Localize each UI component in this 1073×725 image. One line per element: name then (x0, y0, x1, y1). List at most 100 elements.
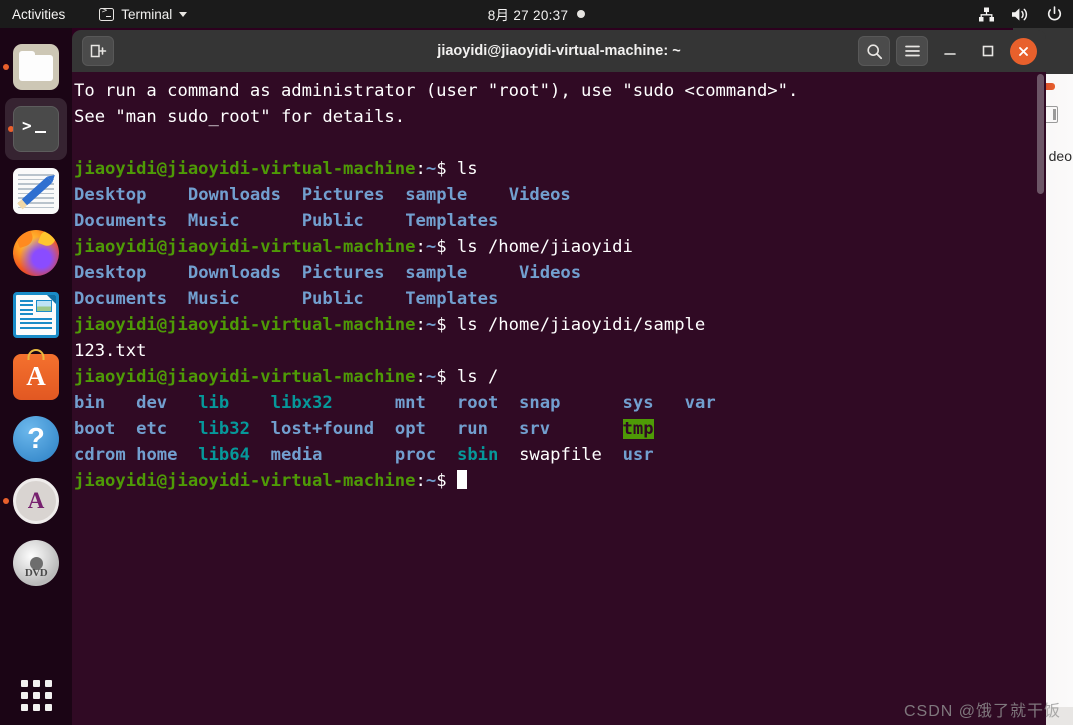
minimize-icon (944, 53, 956, 55)
system-tray[interactable] (978, 0, 1063, 28)
terminal-line: cdrom home lib64 media proc sbin swapfil… (74, 442, 1046, 468)
ls-entry-directory: Desktop (74, 185, 147, 205)
dock-item-dvd-drive[interactable]: DVD (0, 532, 72, 594)
shell-prompt-user-host: jiaoyidi@jiaoyidi-virtual-machine (74, 367, 416, 387)
ls-entry (115, 419, 136, 439)
shell-prompt-path: ~ (425, 237, 437, 257)
maximize-button[interactable] (972, 36, 1004, 66)
ls-entry: 123.txt (74, 341, 147, 361)
text-editor-icon (13, 168, 59, 214)
ls-entry-directory: etc (136, 419, 168, 439)
volume-icon[interactable] (1011, 7, 1030, 22)
dock-item-ubuntu-software[interactable]: A (0, 346, 72, 408)
dock-item-files[interactable] (0, 36, 72, 98)
ls-entry (146, 263, 187, 283)
shell-prompt-path: ~ (425, 367, 437, 387)
ls-entry-directory: Desktop (74, 263, 147, 283)
dock-item-terminal[interactable]: > (5, 98, 67, 160)
shell-prompt-sigil: $ (436, 367, 457, 387)
terminal-line: To run a command as administrator (user … (74, 78, 1046, 104)
ls-entry (333, 393, 395, 413)
desktop-screen: deo jiaoyidi@jiaoyidi-virtual-machine: ~ (0, 0, 1073, 725)
shell-prompt-colon: : (415, 237, 426, 257)
document-icon (13, 292, 59, 338)
terminal-body[interactable]: To run a command as administrator (user … (72, 72, 1046, 725)
ls-entry (467, 263, 519, 283)
terminal-output[interactable]: To run a command as administrator (user … (73, 78, 1046, 494)
ls-entry-directory: proc (394, 445, 437, 465)
update-icon: A (13, 478, 59, 524)
activities-button[interactable]: Activities (0, 7, 79, 22)
ls-entry-directory: Pictures (301, 263, 385, 283)
ls-entry (229, 393, 270, 413)
dock-item-text-editor[interactable] (0, 160, 72, 222)
ls-entry: See "man sudo_root" for details. (74, 107, 406, 127)
ls-entry-directory: mnt (394, 393, 426, 413)
ls-entry (560, 393, 622, 413)
ls-entry-directory: Public (301, 289, 364, 309)
ls-entry (250, 445, 271, 465)
maximize-icon (982, 45, 994, 57)
ls-entry (384, 263, 405, 283)
new-tab-button[interactable] (82, 36, 114, 66)
ls-entry (488, 419, 519, 439)
shell-command: ls /home/jiaoyidi/sample (456, 315, 706, 335)
terminal-line: See "man sudo_root" for details. (74, 104, 1046, 130)
menu-button[interactable] (896, 36, 928, 66)
ls-entry-directory: sys (622, 393, 654, 413)
terminal-scrollbar[interactable] (1035, 72, 1046, 725)
ls-entry-directory: boot (74, 419, 116, 439)
ls-entry-symlink: lib (198, 393, 230, 413)
shell-prompt-colon: : (415, 315, 426, 335)
ls-entry (167, 289, 188, 309)
terminal-window[interactable]: jiaoyidi@jiaoyidi-virtual-machine: ~ To … (72, 30, 1046, 725)
minimize-button[interactable] (934, 36, 966, 66)
ls-entry (240, 289, 302, 309)
search-icon (866, 43, 882, 59)
ls-entry-directory: cdrom (74, 445, 126, 465)
terminal-line: boot etc lib32 lost+found opt run srv tm… (74, 416, 1046, 442)
dock-item-firefox[interactable] (0, 222, 72, 284)
ls-entry (364, 211, 405, 231)
power-icon[interactable] (1046, 5, 1063, 23)
search-button[interactable] (858, 36, 890, 66)
ls-entry-directory: lost+found (270, 419, 375, 439)
dock-item-software-updater[interactable]: A (0, 470, 72, 532)
shell-command: ls /home/jiaoyidi (456, 237, 633, 257)
ls-entry-directory: usr (622, 445, 654, 465)
ls-entry (426, 419, 457, 439)
terminal-cursor (456, 470, 467, 489)
ls-entry-directory: Videos (519, 263, 582, 283)
app-menu[interactable]: Terminal (79, 6, 188, 22)
dock-item-libreoffice-writer[interactable] (0, 284, 72, 346)
app-menu-label: Terminal (121, 6, 173, 22)
ls-entry (322, 445, 394, 465)
terminal-line: jiaoyidi@jiaoyidi-virtual-machine:~$ ls … (74, 234, 1046, 260)
network-icon[interactable] (978, 7, 995, 22)
shell-prompt-colon: : (415, 471, 426, 491)
ls-entry-directory: Public (301, 211, 364, 231)
shell-prompt-sigil: $ (436, 159, 457, 179)
clock-label[interactable]: 8月 27 20:37 (488, 4, 569, 24)
ls-entry (426, 393, 457, 413)
terminal-titlebar[interactable]: jiaoyidi@jiaoyidi-virtual-machine: ~ (72, 30, 1046, 72)
ls-entry-symlink: lib32 (198, 419, 250, 439)
ls-entry (281, 263, 302, 283)
ls-entry (105, 393, 136, 413)
ls-entry (498, 445, 519, 465)
terminal-line: Desktop Downloads Pictures sample Videos (74, 260, 1046, 286)
show-applications-button[interactable] (0, 680, 72, 711)
gnome-top-bar[interactable]: Activities Terminal 8月 27 20:37 (0, 0, 1073, 28)
scrollbar-thumb[interactable] (1037, 74, 1044, 194)
ls-entry (146, 185, 187, 205)
dock-item-help[interactable]: ? (0, 408, 72, 470)
ls-entry-directory: sample (405, 263, 468, 283)
notification-indicator-icon (577, 10, 586, 18)
software-bag-icon: A (13, 349, 59, 400)
ls-entry-directory: srv (519, 419, 551, 439)
close-button[interactable] (1010, 37, 1037, 65)
ls-entry (467, 185, 508, 205)
dock[interactable]: > A ? A DVD (0, 28, 72, 725)
ls-entry-symlink: sbin (456, 445, 499, 465)
